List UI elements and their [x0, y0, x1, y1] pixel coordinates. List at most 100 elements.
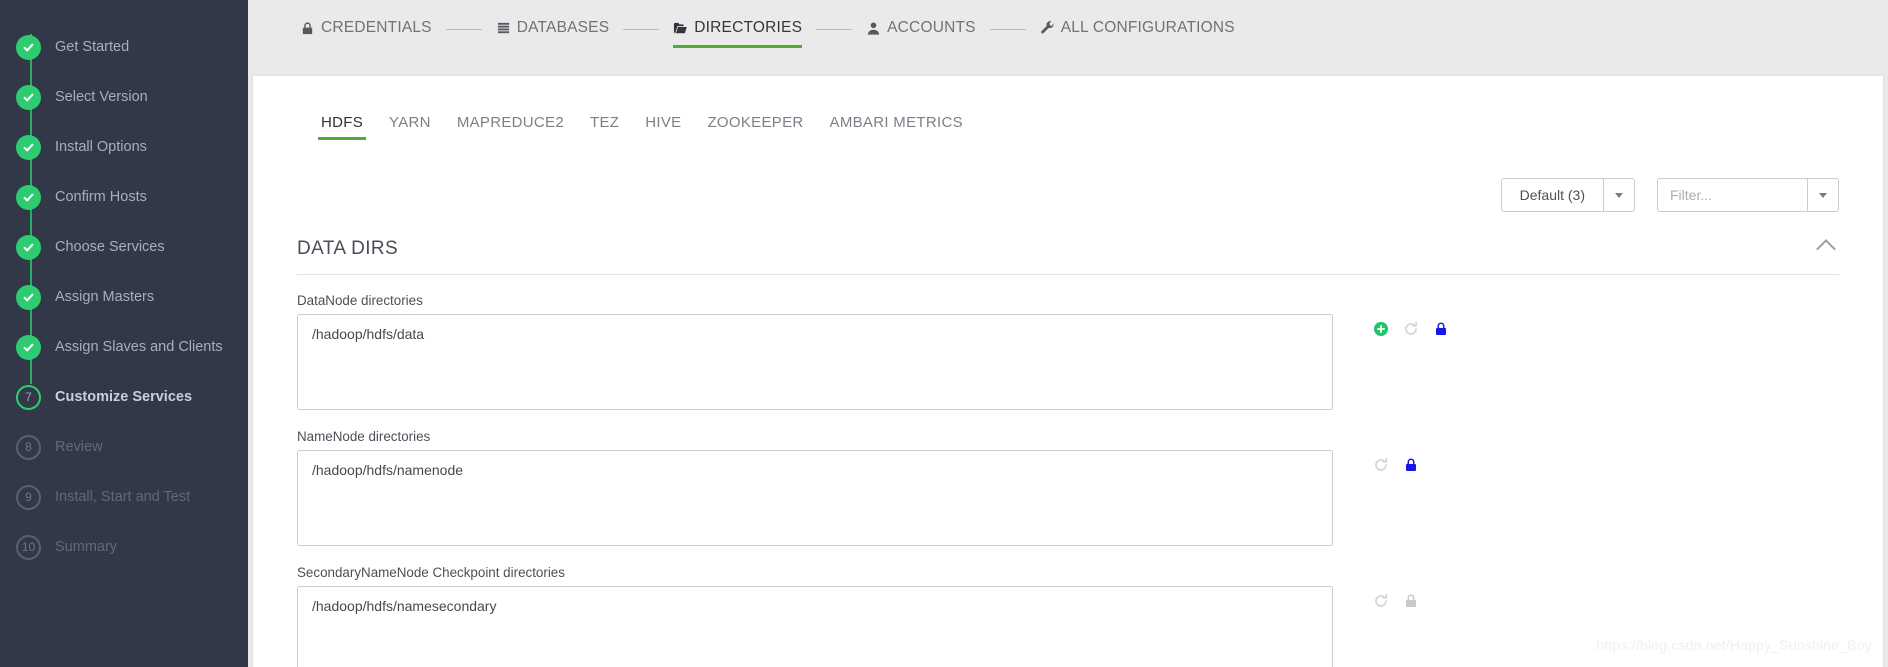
- config-group-value[interactable]: Default (3): [1500, 178, 1603, 212]
- wizard-step-review: 8 Review: [0, 422, 248, 472]
- wizard-step-install-options[interactable]: Install Options: [0, 122, 248, 172]
- step-number-badge: 8: [16, 434, 41, 460]
- config-field-row: DataNode directories: [297, 293, 1839, 415]
- wizard-step-choose-services[interactable]: Choose Services: [0, 222, 248, 272]
- wizard-step-label: Assign Masters: [55, 289, 155, 305]
- lock-icon[interactable]: [1403, 457, 1419, 473]
- config-group-select[interactable]: Default (3): [1500, 178, 1635, 212]
- main-content: CREDENTIALS DATABASES DIRECTORIES ACCOUNTS A…: [248, 0, 1888, 667]
- wizard-step-label: Choose Services: [55, 239, 165, 255]
- config-field-textarea[interactable]: [297, 314, 1333, 410]
- wizard-step-summary: 10 Summary: [0, 522, 248, 572]
- nav-item-label: DIRECTORIES: [694, 19, 803, 36]
- config-field-label: SecondaryNameNode Checkpoint directories: [297, 565, 565, 580]
- wizard-step-install-start-and-test: 9 Install, Start and Test: [0, 472, 248, 522]
- config-field-list: DataNode directories NameNode directories…: [253, 275, 1883, 667]
- wizard-step-customize-services[interactable]: 7 Customize Services: [0, 372, 248, 422]
- nav-separator: [816, 28, 853, 30]
- wizard-step-label: Install, Start and Test: [55, 489, 191, 505]
- wizard-step-label: Select Version: [55, 89, 148, 105]
- step-complete-check-icon: [16, 34, 41, 60]
- revert-icon: [1373, 593, 1389, 609]
- service-tab-tez[interactable]: TEZ: [590, 114, 619, 140]
- lock-icon[interactable]: [1433, 321, 1449, 337]
- nav-item-label: CREDENTIALS: [321, 19, 432, 36]
- nav-item-all-configurations[interactable]: ALL CONFIGURATIONS: [1040, 19, 1235, 39]
- wizard-step-label: Summary: [55, 539, 118, 555]
- nav-item-label: ACCOUNTS: [887, 19, 976, 36]
- config-field: DataNode directories: [297, 293, 1333, 415]
- nav-item-label: ALL CONFIGURATIONS: [1060, 19, 1235, 36]
- filter-dropdown-button[interactable]: [1807, 178, 1839, 212]
- step-complete-check-icon: [16, 284, 41, 310]
- wizard-step-assign-masters[interactable]: Assign Masters: [0, 272, 248, 322]
- wizard-step-label: Confirm Hosts: [55, 189, 147, 205]
- service-tab-yarn[interactable]: YARN: [389, 114, 431, 140]
- nav-separator: [445, 28, 482, 30]
- service-tab-bar: HDFS YARN MAPREDUCE2 TEZ HIVE ZOOKEEPER AMBARI…: [253, 76, 1883, 140]
- nav-item-accounts[interactable]: ACCOUNTS: [866, 19, 976, 39]
- wizard-step-label: Customize Services: [55, 389, 193, 405]
- service-tab-mapreduce2[interactable]: MAPREDUCE2: [457, 114, 564, 140]
- service-tab-hive[interactable]: HIVE: [645, 114, 681, 140]
- service-tab-ambari-metrics[interactable]: AMBARI METRICS: [830, 114, 963, 140]
- step-number-badge: 9: [16, 484, 41, 510]
- wizard-step-confirm-hosts[interactable]: Confirm Hosts: [0, 172, 248, 222]
- filter-toolbar: Default (3): [253, 178, 1883, 212]
- step-complete-check-icon: [16, 234, 41, 260]
- step-complete-check-icon: [16, 84, 41, 110]
- config-field-row: SecondaryNameNode Checkpoint directories: [297, 565, 1839, 667]
- wizard-step-label: Review: [55, 439, 103, 455]
- add-icon[interactable]: [1373, 321, 1389, 337]
- chevron-up-icon[interactable]: [1816, 239, 1836, 259]
- wizard-step-assign-slaves-and-clients[interactable]: Assign Slaves and Clients: [0, 322, 248, 372]
- wizard-step-label: Install Options: [55, 139, 147, 155]
- user-icon: [866, 21, 881, 36]
- wrench-icon: [1040, 20, 1055, 36]
- config-field-row: NameNode directories: [297, 429, 1839, 551]
- wizard-step-list: Get Started Select Version Install Options…: [0, 22, 248, 572]
- property-filter[interactable]: [1657, 178, 1839, 212]
- config-group-dropdown-button[interactable]: [1603, 178, 1635, 212]
- nav-item-credentials[interactable]: CREDENTIALS: [300, 19, 432, 39]
- service-tab-zookeeper[interactable]: ZOOKEEPER: [707, 114, 803, 140]
- config-field-actions: [1373, 321, 1449, 337]
- config-field-textarea[interactable]: [297, 450, 1333, 546]
- wizard-step-label: Assign Slaves and Clients: [55, 339, 223, 355]
- filter-input[interactable]: [1657, 178, 1807, 212]
- nav-separator: [989, 28, 1026, 30]
- wizard-step-label: Get Started: [55, 39, 130, 55]
- service-tab-hdfs[interactable]: HDFS: [317, 114, 367, 140]
- config-field: NameNode directories: [297, 429, 1333, 551]
- revert-icon: [1403, 321, 1419, 337]
- chevron-down-icon: [1615, 192, 1623, 198]
- folder-icon: [673, 21, 688, 36]
- config-field-actions: [1373, 593, 1419, 609]
- config-category-nav: CREDENTIALS DATABASES DIRECTORIES ACCOUNTS A…: [248, 0, 1888, 58]
- database-icon: [496, 21, 511, 36]
- section-header: DATA DIRS: [297, 238, 1839, 275]
- step-number-badge: 10: [16, 534, 41, 560]
- wizard-step-select-version[interactable]: Select Version: [0, 72, 248, 122]
- wizard-sidebar: Get Started Select Version Install Options…: [0, 0, 248, 667]
- config-field-actions: [1373, 457, 1419, 473]
- nav-item-databases[interactable]: DATABASES: [496, 19, 610, 39]
- config-field-label: NameNode directories: [297, 429, 431, 444]
- config-field-textarea[interactable]: [297, 586, 1333, 667]
- step-complete-check-icon: [16, 134, 41, 160]
- section-title: DATA DIRS: [297, 238, 399, 259]
- lock-icon: [300, 21, 315, 36]
- config-field-label: DataNode directories: [297, 293, 423, 308]
- app-root: Get Started Select Version Install Options…: [0, 0, 1888, 667]
- config-field: SecondaryNameNode Checkpoint directories: [297, 565, 1333, 667]
- step-number-badge: 7: [16, 384, 41, 410]
- nav-item-directories[interactable]: DIRECTORIES: [673, 19, 803, 48]
- lock-icon: [1403, 593, 1419, 609]
- step-complete-check-icon: [16, 184, 41, 210]
- chevron-down-icon: [1819, 192, 1827, 198]
- config-panel: HDFS YARN MAPREDUCE2 TEZ HIVE ZOOKEEPER AMBARI…: [253, 76, 1883, 667]
- step-complete-check-icon: [16, 334, 41, 360]
- nav-separator: [623, 28, 660, 30]
- wizard-step-get-started[interactable]: Get Started: [0, 22, 248, 72]
